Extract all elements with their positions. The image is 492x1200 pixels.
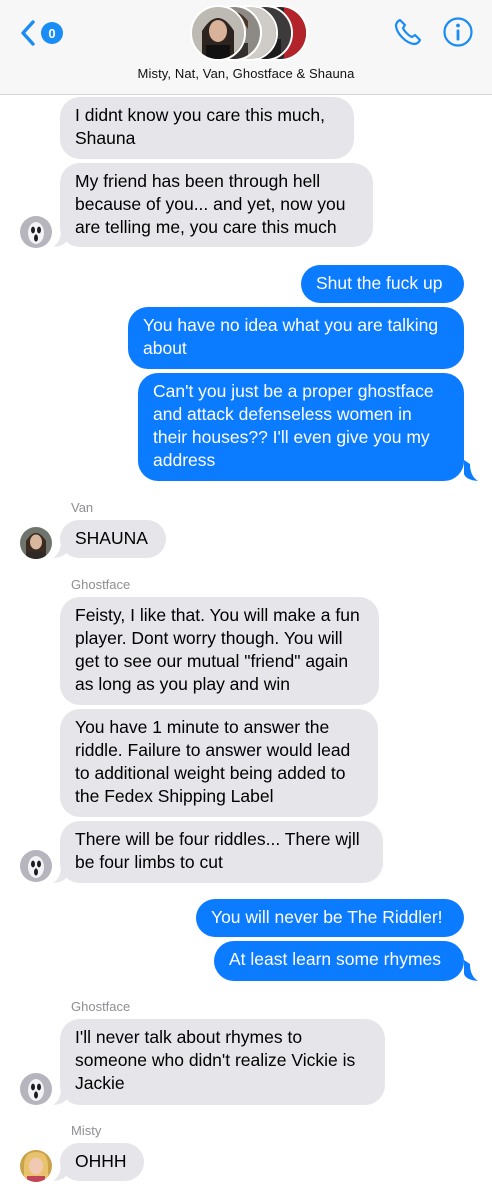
bubble-tail [53,1160,67,1181]
bubble-tail [53,537,67,558]
incoming-message[interactable]: OHHH [60,1143,144,1181]
ghostface-avatar[interactable] [20,216,52,248]
sender-name: Misty [71,1123,102,1138]
bubble-tail [464,960,478,981]
ghostface-avatar[interactable] [20,1073,52,1105]
bubble-tail [464,460,478,481]
incoming-message[interactable]: Feisty, I like that. You will make a fun… [60,597,379,705]
outgoing-message[interactable]: Can't you just be a proper ghostface and… [138,373,464,481]
conversation-header: 0 Misty, Nat, Van, Ghostface & Shauna [0,0,492,95]
outgoing-message[interactable]: You have no idea what you are talking ab… [128,307,464,369]
outgoing-message[interactable]: You will never be The Riddler! [196,899,464,937]
incoming-message[interactable]: My friend has been through hell because … [60,163,373,247]
incoming-message[interactable]: SHAUNA [60,520,166,558]
conversation-title: Misty, Nat, Van, Ghostface & Shauna [137,66,355,81]
incoming-message[interactable]: There will be four riddles... There wjll… [60,821,383,883]
sender-name: Ghostface [71,999,131,1014]
bubble-tail [53,226,67,247]
incoming-message[interactable]: You have 1 minute to answer the riddle. … [60,709,378,817]
incoming-message[interactable]: I didnt know you care this much, Shauna [60,97,354,159]
phone-icon[interactable] [392,16,424,48]
incoming-message[interactable]: I'll never talk about rhymes to someone … [60,1019,385,1105]
bubble-tail [53,862,67,883]
ghostface-avatar[interactable] [20,850,52,882]
outgoing-message[interactable]: Shut the fuck up [301,265,464,303]
bubble-tail [53,1084,67,1105]
chevron-left-icon [21,20,35,46]
misty-avatar[interactable] [20,1150,52,1182]
sender-name: Ghostface [71,577,131,592]
info-icon[interactable] [442,16,474,48]
sender-name: Van [71,500,94,515]
group-avatar-stack[interactable] [190,5,308,61]
group-avatar [190,5,246,61]
outgoing-message[interactable]: At least learn some rhymes [214,941,464,981]
van-avatar[interactable] [20,527,52,559]
unread-count-badge: 0 [41,22,63,44]
back-button[interactable]: 0 [18,18,63,48]
